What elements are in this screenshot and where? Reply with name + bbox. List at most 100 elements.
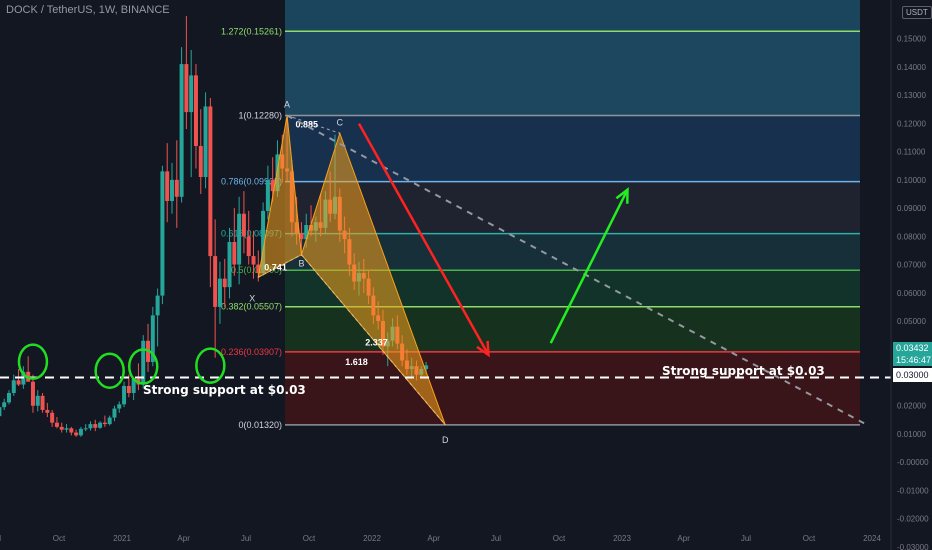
candle-body xyxy=(59,426,64,430)
candle-body xyxy=(45,409,50,413)
support-annotation-right: Strong support at $0.03 xyxy=(662,364,825,378)
price-axis-label: 0.07000 xyxy=(897,261,926,270)
time-axis-label: Jul xyxy=(491,534,501,543)
price-axis-label: 0.11000 xyxy=(897,148,926,157)
price-axis-label: 0.05000 xyxy=(897,317,926,326)
time-axis-label: Apr xyxy=(677,534,690,543)
candle-body xyxy=(11,380,16,394)
price-axis-label: 0.12000 xyxy=(897,119,926,128)
price-axis-label: 0.10000 xyxy=(897,176,926,185)
pattern-point-B: B xyxy=(298,259,304,269)
candle-body xyxy=(184,64,189,113)
candle-body xyxy=(112,408,117,418)
pattern-point-C: C xyxy=(337,117,344,127)
fib-zone-top xyxy=(285,0,860,32)
pattern-point-D: D xyxy=(442,435,449,445)
candle-body xyxy=(98,422,103,428)
candle-body xyxy=(78,428,83,436)
candle-body xyxy=(179,64,184,197)
fib-zones xyxy=(285,0,860,425)
price-axis-label: -0.02000 xyxy=(897,515,929,524)
time-axis-label: Jul xyxy=(241,534,251,543)
price-axis-label: -0.01000 xyxy=(897,486,929,495)
price-axis-label: 0.01000 xyxy=(897,430,926,439)
candle-body xyxy=(117,404,122,409)
candle-body xyxy=(83,428,88,430)
price-axis[interactable]: 0.15000 0.14000 0.13000 0.12000 0.11000 0.100… xyxy=(890,0,932,550)
time-axis-label: Apr xyxy=(427,534,440,543)
candle-body xyxy=(246,236,251,257)
symbol-title: DOCK / TetherUS, 1W, BINANCE xyxy=(6,4,170,16)
candle-body xyxy=(208,106,213,257)
fib-label-0.236: 0.236(0.03907) xyxy=(221,347,282,357)
price-axis-background xyxy=(891,0,932,550)
candle-body xyxy=(64,428,69,430)
candle-body xyxy=(265,179,270,211)
price-axis-label: 0.13000 xyxy=(897,91,926,100)
pattern-point-A: A xyxy=(284,99,290,109)
bar-countdown: 15:46:47 xyxy=(896,355,932,365)
currency-badge[interactable]: USDT xyxy=(902,6,932,19)
price-axis-label: -0.00000 xyxy=(897,458,929,467)
time-axis-label: 2024 xyxy=(863,534,881,543)
candle-body xyxy=(251,256,256,265)
price-axis-label: 0.08000 xyxy=(897,232,926,241)
candle-body xyxy=(189,75,194,113)
candle-body xyxy=(74,432,79,436)
fib-label-1: 1(0.12280) xyxy=(238,110,282,120)
time-axis-label: Oct xyxy=(303,534,316,543)
time-axis-label: 2023 xyxy=(613,534,631,543)
fib-zone xyxy=(285,115,860,182)
time-axis-label: Oct xyxy=(53,534,66,543)
candle-body xyxy=(107,417,112,425)
candle-body xyxy=(35,395,40,406)
price-axis-label: 0.14000 xyxy=(897,63,926,72)
candle-body xyxy=(69,428,74,433)
candle-body xyxy=(227,241,232,288)
candle-body xyxy=(170,179,174,202)
time-axis-label: 2021 xyxy=(113,534,131,543)
candle-body xyxy=(232,241,237,265)
candle-body xyxy=(0,407,2,417)
candle-body xyxy=(40,395,45,410)
price-axis-label: -0.03000 xyxy=(897,543,929,550)
candle-body xyxy=(54,422,59,427)
candle-body xyxy=(122,385,127,405)
candle-body xyxy=(241,213,246,237)
candle-body xyxy=(160,171,165,296)
pattern-ratio-label: 0.741 xyxy=(264,263,287,273)
candle-body xyxy=(6,393,11,403)
candle-body xyxy=(155,295,160,316)
price-axis-label: 0.02000 xyxy=(897,402,926,411)
pattern-point-X: X xyxy=(249,293,255,303)
candle-body xyxy=(2,402,7,408)
candle-body xyxy=(88,424,93,429)
candle-body xyxy=(222,278,227,288)
fib-label-0: 0(0.01320) xyxy=(238,420,282,430)
candle-body xyxy=(213,256,218,307)
fib-label-1.272: 1.272(0.15261) xyxy=(221,26,282,36)
time-axis-label: Apr xyxy=(177,534,190,543)
price-axis-label: 0.15000 xyxy=(897,35,926,44)
time-axis-label: 2022 xyxy=(363,534,381,543)
support-price-tag: 0.03000 xyxy=(893,368,932,382)
candle-body xyxy=(237,213,242,265)
candle-body xyxy=(217,278,222,307)
last-price-value: 0.03432 xyxy=(896,343,929,353)
candle-body xyxy=(50,412,55,423)
last-price-tag: 0.03432 15:46:47 xyxy=(893,342,932,366)
fib-zone xyxy=(285,351,860,425)
candle-body xyxy=(16,380,21,385)
price-axis-label: 0.09000 xyxy=(897,204,926,213)
pattern-ratio-label: 2.337 xyxy=(365,338,388,348)
candle-body xyxy=(30,381,35,406)
candle-body xyxy=(165,171,170,202)
price-axis-label: 0.06000 xyxy=(897,289,926,298)
fib-zone xyxy=(285,31,860,116)
candle-body xyxy=(193,75,198,146)
candle-body xyxy=(198,145,203,178)
price-chart[interactable]: 1.272(0.15261)1(0.12280)0.786(0.09935)0.… xyxy=(0,0,932,550)
time-axis-label: Oct xyxy=(803,534,816,543)
support-annotation-left: Strong support at $0.03 xyxy=(143,383,306,397)
candle-body xyxy=(93,424,98,428)
